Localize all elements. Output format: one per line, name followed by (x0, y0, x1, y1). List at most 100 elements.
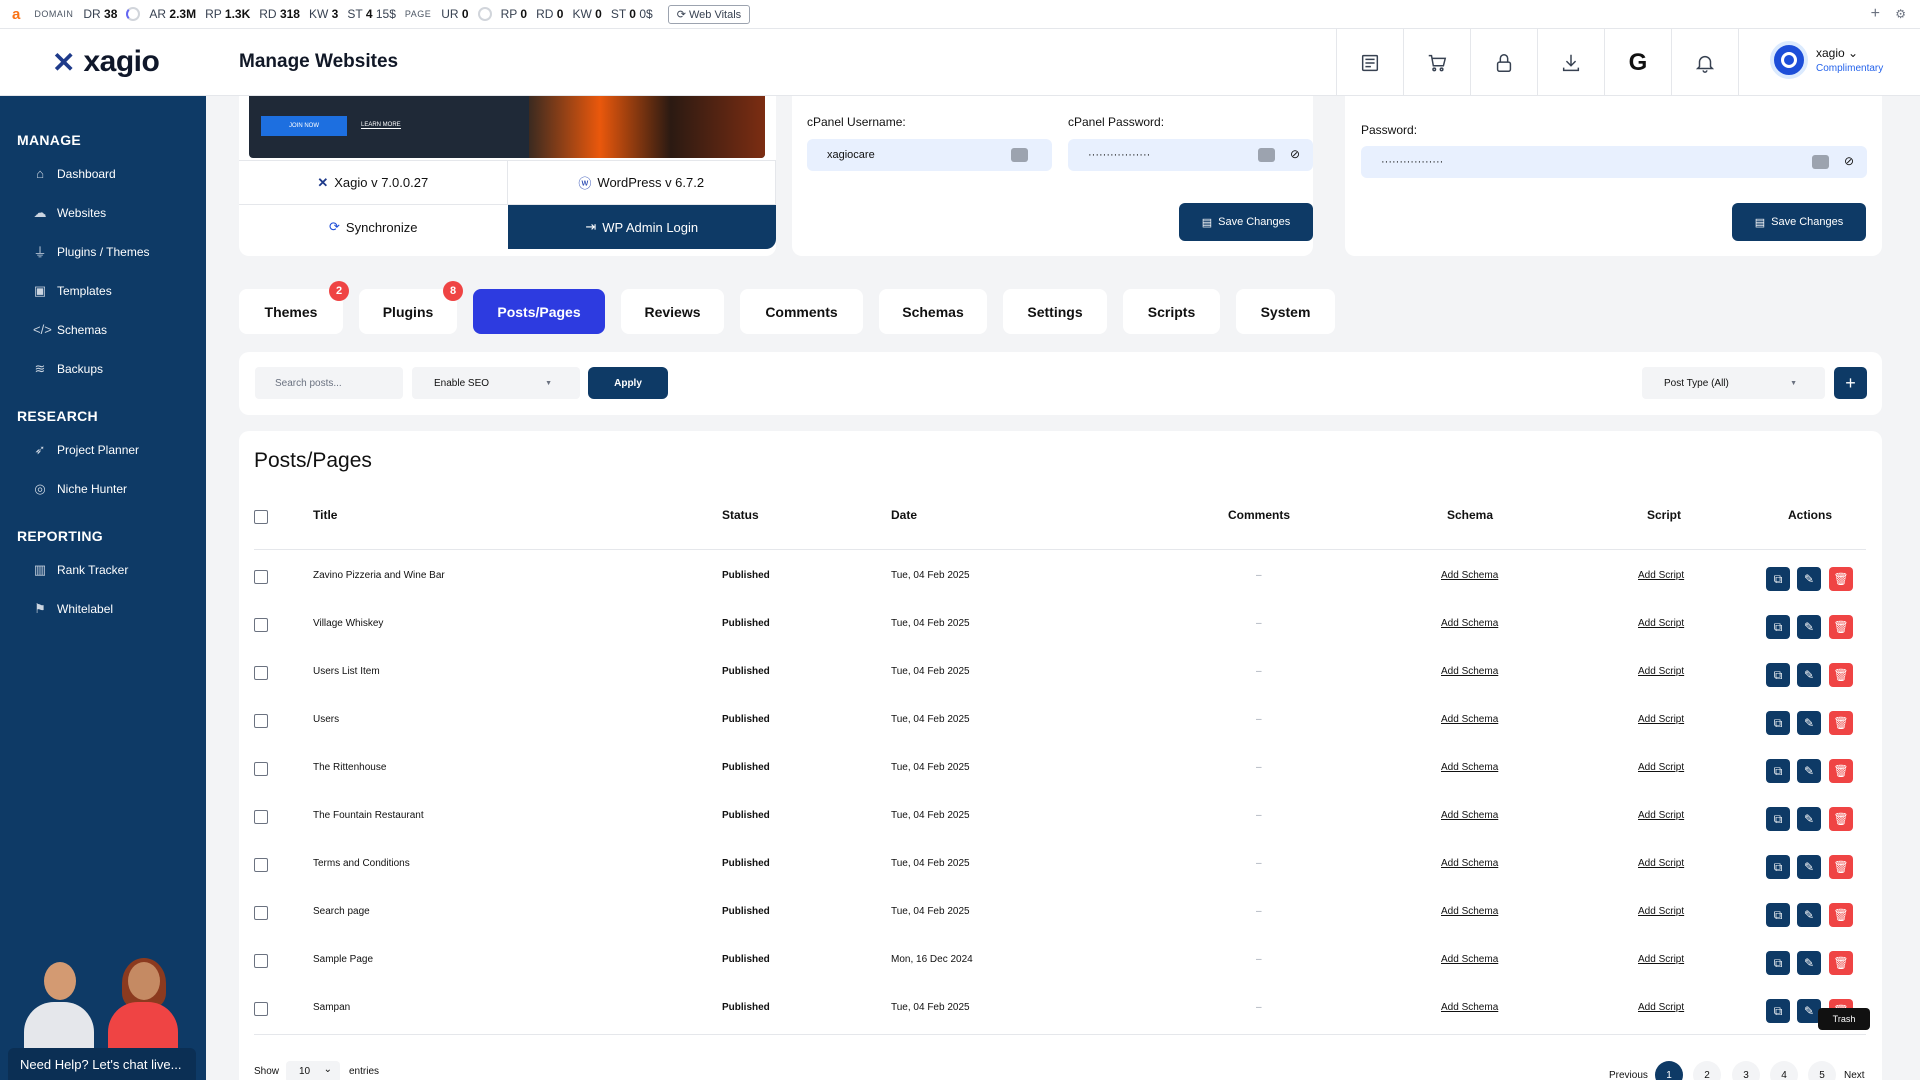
sidebar-item-plugins-themes[interactable]: ⏚ Plugins / Themes (0, 232, 206, 271)
add-script-link[interactable]: Add Script (1638, 858, 1684, 869)
live-chat-button[interactable]: Need Help? Let's chat live... (8, 1048, 196, 1080)
sidebar-item-niche-hunter[interactable]: ◎ Niche Hunter (0, 469, 206, 508)
post-title[interactable]: Users List Item (313, 666, 380, 677)
add-schema-link[interactable]: Add Schema (1441, 810, 1498, 821)
password-field[interactable]: ················· ⊘ (1361, 146, 1867, 178)
post-title[interactable]: Sampan (313, 1002, 350, 1013)
password-manager-icon[interactable] (1812, 155, 1829, 169)
tab-themes[interactable]: Themes 2 (239, 281, 349, 334)
post-title[interactable]: Search page (313, 906, 370, 917)
xagio-logo[interactable]: ✕ xagio (52, 45, 160, 79)
synchronize-button[interactable]: ⟳ Synchronize (239, 205, 508, 249)
trash-post-button[interactable]: 🗑 (1829, 759, 1853, 783)
view-post-button[interactable]: ⧉ (1766, 999, 1790, 1023)
wp-admin-login-button[interactable]: ⇥ WP Admin Login (507, 205, 776, 249)
row-checkbox[interactable] (254, 810, 268, 824)
sidebar-item-websites[interactable]: ☁ Websites (0, 193, 206, 232)
password-manager-icon[interactable] (1011, 148, 1028, 162)
apply-button[interactable]: Apply (588, 367, 668, 399)
select-all-checkbox[interactable] (254, 510, 268, 524)
news-icon[interactable] (1337, 29, 1404, 96)
view-post-button[interactable]: ⧉ (1766, 663, 1790, 687)
add-schema-link[interactable]: Add Schema (1441, 954, 1498, 965)
pagination-previous[interactable]: Previous (1609, 1070, 1648, 1080)
edit-post-button[interactable]: ✎ (1797, 903, 1821, 927)
web-vitals-button[interactable]: ⟳ Web Vitals (667, 4, 751, 24)
sidebar-item-dashboard[interactable]: ⌂ Dashboard (0, 154, 206, 193)
tab-posts-pages[interactable]: Posts/Pages (473, 289, 605, 334)
column-header-status[interactable]: Status (722, 508, 759, 522)
plus-icon[interactable]: + (1871, 5, 1880, 23)
add-script-link[interactable]: Add Script (1638, 1002, 1684, 1013)
add-script-link[interactable]: Add Script (1638, 762, 1684, 773)
bulk-action-select[interactable]: Enable SEO ▼ (412, 367, 580, 399)
add-schema-link[interactable]: Add Schema (1441, 618, 1498, 629)
cpanel-password-field[interactable]: ················· ⊘ (1068, 139, 1313, 171)
add-script-link[interactable]: Add Script (1638, 954, 1684, 965)
row-checkbox[interactable] (254, 666, 268, 680)
ahrefs-logo-icon[interactable]: a (12, 6, 20, 23)
view-post-button[interactable]: ⧉ (1766, 711, 1790, 735)
cart-icon[interactable] (1404, 29, 1471, 96)
lock-icon[interactable] (1471, 29, 1538, 96)
add-script-link[interactable]: Add Script (1638, 906, 1684, 917)
post-title[interactable]: Sample Page (313, 954, 373, 965)
row-checkbox[interactable] (254, 858, 268, 872)
edit-post-button[interactable]: ✎ (1797, 807, 1821, 831)
user-menu[interactable]: xagio ⌄ Complimentary (1770, 41, 1883, 79)
trash-post-button[interactable]: 🗑 (1829, 903, 1853, 927)
view-post-button[interactable]: ⧉ (1766, 951, 1790, 975)
add-post-button[interactable]: + (1834, 367, 1867, 399)
row-checkbox[interactable] (254, 954, 268, 968)
trash-post-button[interactable]: 🗑 (1829, 807, 1853, 831)
tab-plugins[interactable]: Plugins 8 (359, 281, 463, 334)
eye-slash-icon[interactable]: ⊘ (1290, 147, 1300, 161)
add-schema-link[interactable]: Add Schema (1441, 1002, 1498, 1013)
column-header-title[interactable]: Title (313, 508, 337, 522)
view-post-button[interactable]: ⧉ (1766, 615, 1790, 639)
add-schema-link[interactable]: Add Schema (1441, 570, 1498, 581)
support-agents-image[interactable] (24, 958, 180, 1050)
entries-per-page-select[interactable]: 10 ⌄ (286, 1061, 340, 1080)
row-checkbox[interactable] (254, 1002, 268, 1016)
add-schema-link[interactable]: Add Schema (1441, 762, 1498, 773)
row-checkbox[interactable] (254, 618, 268, 632)
edit-post-button[interactable]: ✎ (1797, 855, 1821, 879)
add-schema-link[interactable]: Add Schema (1441, 666, 1498, 677)
add-schema-link[interactable]: Add Schema (1441, 858, 1498, 869)
column-header-date[interactable]: Date (891, 508, 917, 522)
row-checkbox[interactable] (254, 714, 268, 728)
sidebar-item-project-planner[interactable]: ➶ Project Planner (0, 430, 206, 469)
tab-reviews[interactable]: Reviews (621, 289, 724, 334)
edit-post-button[interactable]: ✎ (1797, 663, 1821, 687)
post-title[interactable]: Terms and Conditions (313, 858, 410, 869)
post-title[interactable]: The Fountain Restaurant (313, 810, 424, 821)
add-schema-link[interactable]: Add Schema (1441, 906, 1498, 917)
view-post-button[interactable]: ⧉ (1766, 903, 1790, 927)
post-title[interactable]: Zavino Pizzeria and Wine Bar (313, 570, 445, 581)
row-checkbox[interactable] (254, 570, 268, 584)
sidebar-item-whitelabel[interactable]: ⚑ Whitelabel (0, 589, 206, 628)
download-icon[interactable] (1538, 29, 1605, 96)
tab-scripts[interactable]: Scripts (1123, 289, 1220, 334)
add-script-link[interactable]: Add Script (1638, 810, 1684, 821)
wp-save-button[interactable]: ▤ Save Changes (1732, 203, 1866, 241)
sidebar-item-schemas[interactable]: </> Schemas (0, 310, 206, 349)
tab-comments[interactable]: Comments (740, 289, 863, 334)
pagination-next[interactable]: Next (1844, 1070, 1865, 1080)
trash-post-button[interactable]: 🗑 (1829, 855, 1853, 879)
search-posts-input[interactable]: Search posts... (255, 367, 403, 399)
tab-schemas[interactable]: Schemas (879, 289, 987, 334)
tab-settings[interactable]: Settings (1003, 289, 1107, 334)
add-schema-link[interactable]: Add Schema (1441, 714, 1498, 725)
eye-slash-icon[interactable]: ⊘ (1844, 154, 1854, 168)
trash-post-button[interactable]: 🗑 (1829, 951, 1853, 975)
row-checkbox[interactable] (254, 906, 268, 920)
view-post-button[interactable]: ⧉ (1766, 855, 1790, 879)
edit-post-button[interactable]: ✎ (1797, 759, 1821, 783)
cpanel-username-field[interactable]: xagiocare (807, 139, 1052, 171)
edit-post-button[interactable]: ✎ (1797, 711, 1821, 735)
sidebar-item-backups[interactable]: ≋ Backups (0, 349, 206, 388)
trash-post-button[interactable]: 🗑 (1829, 567, 1853, 591)
settings-gear-icon[interactable]: ⚙ (1895, 7, 1906, 21)
